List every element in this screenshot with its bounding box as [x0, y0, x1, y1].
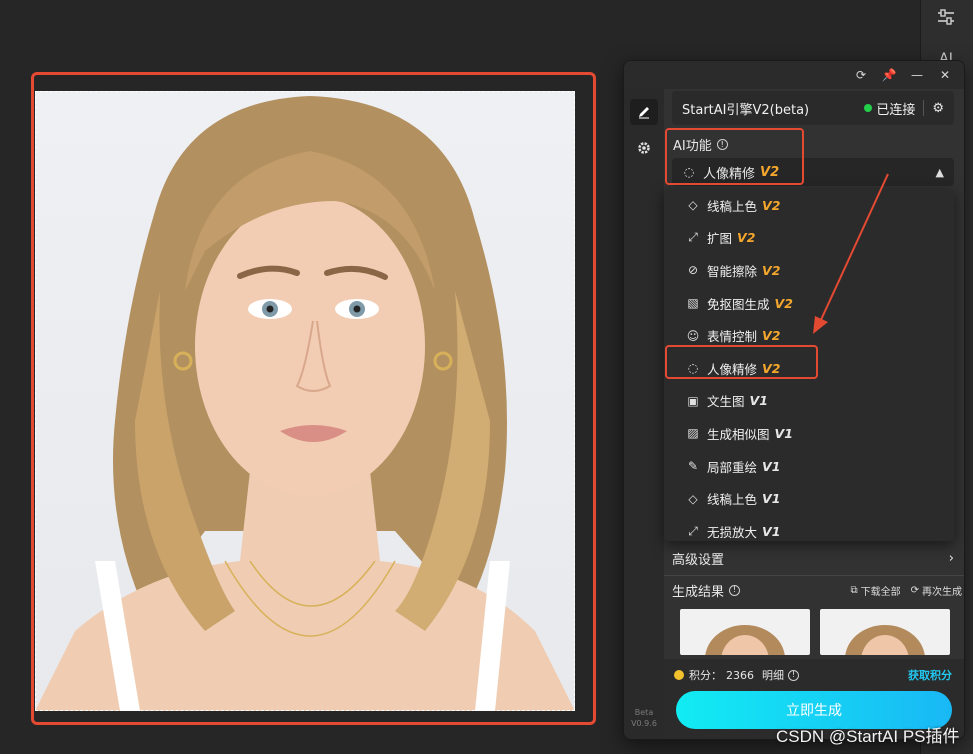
version-number: V0.9.6 — [631, 719, 657, 728]
eraser-icon: ⊘ — [687, 263, 699, 278]
advanced-settings-label: 高级设置 — [672, 552, 725, 568]
dropdown-item-label: 扩图 — [707, 231, 733, 247]
document-canvas[interactable] — [35, 91, 575, 711]
credits-details-link[interactable]: 明细 — [762, 667, 784, 683]
dropdown-item-version: V1 — [749, 393, 768, 409]
panel-side-rail: Beta V0.9.6 — [624, 89, 664, 739]
credits-row: 积分： 2366 明细 ! 获取积分 — [674, 665, 952, 685]
dropdown-item[interactable]: ◇ 线稿上色 V2 — [664, 189, 954, 222]
version-info: Beta V0.9.6 — [624, 707, 664, 729]
image-text-icon: ▣ — [687, 393, 699, 408]
dropdown-item-label: 局部重绘 — [707, 459, 758, 475]
credits-label: 积分： — [689, 669, 722, 682]
engine-settings-icon[interactable]: ⚙ — [932, 101, 944, 116]
minimize-icon[interactable]: — — [910, 68, 924, 82]
dropdown-item-version: V2 — [762, 262, 781, 278]
sliders-icon[interactable] — [926, 2, 966, 32]
dropdown-item-label: 文生图 — [707, 394, 745, 410]
portrait-option-highlight — [665, 345, 818, 379]
panel-titlebar: ⟳ 📌 — ✕ — [624, 61, 964, 89]
settings-gear-icon[interactable] — [630, 135, 658, 161]
dropdown-item[interactable]: ⊘ 智能擦除 V2 — [664, 254, 954, 287]
dropdown-item-label: 表情控制 — [707, 329, 758, 345]
selection-marquee — [35, 91, 575, 711]
coin-icon — [674, 670, 684, 680]
smile-icon: ☺ — [686, 328, 700, 343]
dropdown-item-version: V2 — [737, 230, 756, 246]
engine-name: StartAI引擎V2(beta) — [682, 102, 810, 118]
chevron-right-icon: › — [948, 550, 954, 566]
dropdown-item[interactable]: ▨ 生成相似图 V1 — [664, 417, 954, 450]
dropdown-item-label: 生成相似图 — [707, 426, 770, 442]
refresh-icon[interactable]: ⟳ — [854, 68, 868, 82]
dropdown-item-label: 免抠图生成 — [707, 296, 770, 312]
divider — [664, 575, 964, 576]
chevron-up-icon: ▲ — [935, 165, 944, 179]
upscale-icon: ⤢ — [688, 523, 698, 538]
dropdown-item-label: 智能擦除 — [707, 263, 758, 279]
dropdown-item[interactable]: ▧ 免抠图生成 V2 — [664, 287, 954, 320]
dropdown-item-version: V1 — [762, 491, 781, 507]
get-credits-link[interactable]: 获取积分 — [908, 667, 952, 683]
result-thumbnail[interactable] — [680, 609, 810, 655]
line-art-icon: ◇ — [688, 491, 698, 506]
results-header: 生成结果 ! ⧉ 下载全部 ⟳ 再次生成 — [672, 579, 962, 601]
engine-selector[interactable]: StartAI引擎V2(beta) 已连接 ⚙ — [672, 91, 954, 125]
connection-status: 已连接 — [876, 102, 916, 118]
close-icon[interactable]: ✕ — [938, 68, 952, 82]
dropdown-item-version: V1 — [762, 523, 781, 539]
separator — [923, 100, 925, 116]
regenerate-label: 再次生成 — [922, 586, 962, 598]
pencil-icon[interactable] — [630, 99, 658, 125]
credits-value: 2366 — [726, 668, 754, 682]
dropdown-item[interactable]: ⤢ 扩图 V2 — [664, 222, 954, 255]
results-label: 生成结果 — [672, 584, 725, 600]
similar-image-icon: ▨ — [687, 426, 699, 441]
dropdown-item-version: V2 — [762, 197, 781, 213]
dropdown-item-version: V2 — [774, 295, 793, 311]
dropdown-item-version: V1 — [762, 458, 781, 474]
info-icon[interactable]: ! — [729, 584, 741, 596]
cutout-icon: ▧ — [687, 296, 699, 311]
connection-status-dot — [864, 104, 873, 112]
ai-function-highlight — [665, 128, 804, 185]
download-icon: ⧉ — [850, 584, 858, 596]
results-actions: ⧉ 下载全部 ⟳ 再次生成 — [850, 583, 962, 598]
dropdown-item-label: 线稿上色 — [707, 492, 758, 508]
dropdown-item[interactable]: ◇ 线稿上色 V1 — [664, 482, 954, 515]
expand-icon: ⤢ — [688, 230, 698, 245]
brush-icon: ✎ — [687, 459, 699, 474]
dropdown-item-label: 无损放大 — [707, 524, 758, 540]
dropdown-item-version: V1 — [774, 425, 793, 441]
download-all-label: 下载全部 — [860, 586, 901, 598]
pin-icon[interactable]: 📌 — [882, 68, 897, 82]
regenerate-button[interactable]: ⟳ 再次生成 — [911, 583, 962, 598]
watermark-text: CSDN @StartAI PS插件 — [776, 727, 960, 746]
advanced-settings-row[interactable]: 高级设置 › — [672, 543, 954, 573]
result-thumbnail[interactable] — [820, 609, 950, 655]
refresh-icon: ⟳ — [910, 584, 919, 596]
line-art-icon: ◇ — [688, 198, 698, 213]
dropdown-item-label: 线稿上色 — [707, 198, 758, 214]
download-all-button[interactable]: ⧉ 下载全部 — [850, 583, 900, 598]
dropdown-item-version: V2 — [762, 328, 781, 344]
info-icon[interactable]: ! — [788, 669, 799, 681]
version-beta: Beta — [634, 708, 654, 717]
dropdown-item[interactable]: ▣ 文生图 V1 — [664, 385, 954, 418]
dropdown-item[interactable]: ✎ 局部重绘 V1 — [664, 450, 954, 483]
